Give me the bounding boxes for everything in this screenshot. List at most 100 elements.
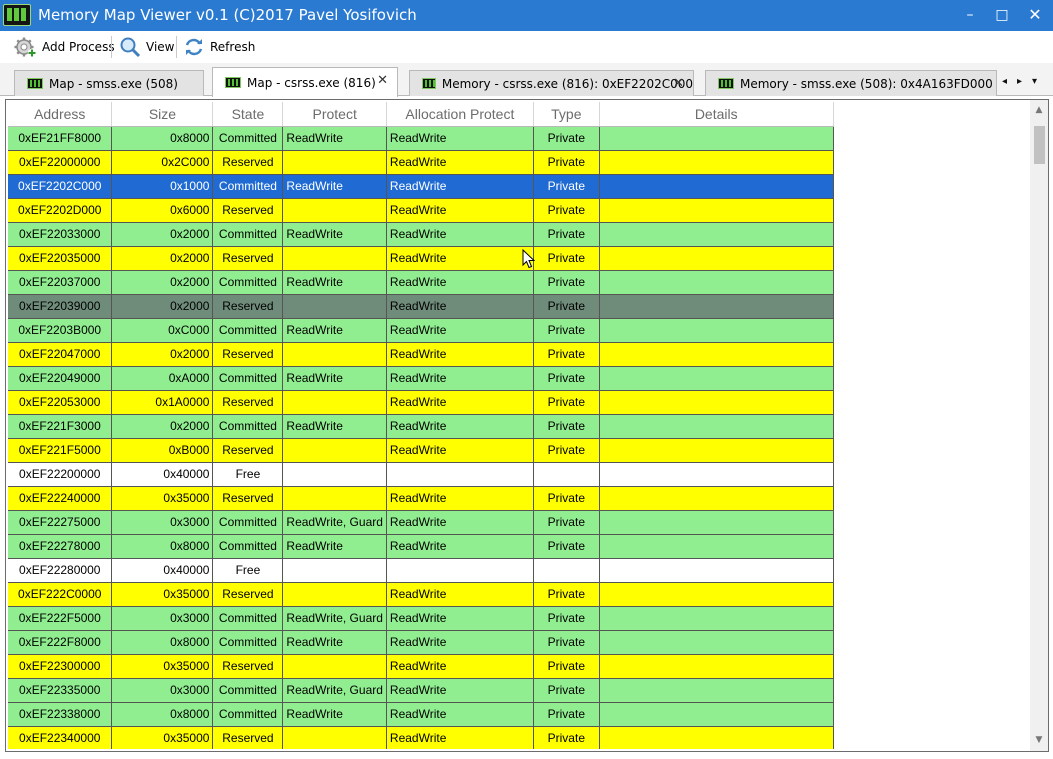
type-cell: Private [533,126,600,151]
header-filler [833,102,1029,126]
table-row[interactable]: 0xEF222F8000 0x8000 Committed ReadWrite Read… [8,630,1029,655]
view-button[interactable]: View [119,34,174,60]
allocation-protect-cell: ReadWrite [386,318,534,343]
table-row[interactable]: 0xEF22278000 0x8000 Committed ReadWrite Read… [8,534,1029,559]
column-header-allocation-protect[interactable]: Allocation Protect [386,102,534,127]
close-window-button[interactable]: ✕ [1020,0,1050,31]
memory-chip-icon [27,78,43,89]
column-header-row: Address Size State Protect Allocation Pr… [8,102,1029,127]
protect-cell: ReadWrite [282,126,387,151]
scrollbar-thumb[interactable] [1034,126,1045,164]
type-cell: Private [533,390,600,415]
refresh-button[interactable]: Refresh [183,34,255,60]
table-row[interactable]: 0xEF22039000 0x2000 Reserved ReadWrite Priva… [8,294,1029,319]
tab-scroll-left-icon[interactable]: ◂ [1002,76,1007,87]
table-row[interactable]: 0xEF222C0000 0x35000 Reserved ReadWrite Priv… [8,582,1029,607]
column-header-type[interactable]: Type [533,102,600,127]
size-cell: 0x2000 [111,246,214,271]
table-row[interactable]: 0xEF22335000 0x3000 Committed ReadWrite, Gu… [8,678,1029,703]
address-cell: 0xEF22035000 [8,246,113,271]
toolbar-separator [111,36,112,58]
refresh-icon [185,38,203,56]
table-row[interactable]: 0xEF2202D000 0x6000 Reserved ReadWrite Priva… [8,198,1029,223]
type-cell: Private [533,654,600,679]
details-cell [599,534,834,559]
tab-map-csrss[interactable]: Map - csrss.exe (816) ✕ [212,67,398,97]
tab-label: Memory - csrss.exe (816): 0xEF2202C000 [441,76,693,91]
size-cell: 0x8000 [111,126,214,151]
allocation-protect-cell: ReadWrite [386,390,534,415]
table-row[interactable]: 0xEF21FF8000 0x8000 Committed ReadWrite Read… [8,126,1029,151]
table-row[interactable]: 0xEF22338000 0x8000 Committed ReadWrite Read… [8,702,1029,727]
type-cell [533,462,600,487]
type-cell: Private [533,582,600,607]
table-row[interactable]: 0xEF22340000 0x35000 Reserved ReadWrite Priv… [8,726,1029,749]
table-row[interactable]: 0xEF22000000 0x2C000 Reserved ReadWrite Priv… [8,150,1029,175]
table-row[interactable]: 0xEF22200000 0x40000 Free [8,462,1029,487]
table-row[interactable]: 0xEF221F3000 0x2000 Committed ReadWrite Read… [8,414,1029,439]
table-row[interactable]: 0xEF22280000 0x40000 Free [8,558,1029,583]
table-row[interactable]: 0xEF22275000 0x3000 Committed ReadWrite, Gu… [8,510,1029,535]
details-cell [599,294,834,319]
details-cell [599,174,834,199]
state-cell: Reserved [212,294,284,319]
details-cell [599,462,834,487]
table-row[interactable]: 0xEF22049000 0xA000 Committed ReadWrite Read… [8,366,1029,391]
title-bar: Memory Map Viewer v0.1 (C)2017 Pavel Yos… [0,0,1053,31]
minimize-button[interactable]: – [955,0,985,31]
allocation-protect-cell: ReadWrite [386,174,534,199]
tab-memory-smss[interactable]: Memory - smss.exe (508): 0x4A163FD000 [705,70,997,96]
table-row[interactable]: 0xEF22300000 0x35000 Reserved ReadWrite Priv… [8,654,1029,679]
table-row[interactable]: 0xEF22035000 0x2000 Reserved ReadWrite Priva… [8,246,1029,271]
table-row[interactable]: 0xEF22047000 0x2000 Reserved ReadWrite Priva… [8,342,1029,367]
refresh-label: Refresh [210,40,256,54]
table-row[interactable]: 0xEF2203B000 0xC000 Committed ReadWrite Read… [8,318,1029,343]
size-cell: 0x35000 [111,486,214,511]
state-cell: Reserved [212,342,284,367]
type-cell: Private [533,198,600,223]
table-row[interactable]: 0xEF22037000 0x2000 Committed ReadWrite Read… [8,270,1029,295]
details-cell [599,126,834,151]
size-cell: 0x35000 [111,582,214,607]
type-cell: Private [533,414,600,439]
maximize-button[interactable]: □ [987,0,1017,31]
table-row[interactable]: 0xEF221F5000 0xB000 Reserved ReadWrite Priva… [8,438,1029,463]
state-cell: Committed [212,174,284,199]
tab-scroll-right-icon[interactable]: ▸ [1017,76,1022,87]
address-cell: 0xEF2202D000 [8,198,113,223]
tab-close-icon[interactable]: ✕ [673,76,684,91]
address-cell: 0xEF22200000 [8,462,113,487]
tab-list-menu-icon[interactable]: ▾ [1032,76,1037,87]
table-row[interactable]: 0xEF2202C000 0x1000 Committed ReadWrite Read… [8,174,1029,199]
details-cell [599,678,834,703]
tab-close-icon[interactable]: ✕ [377,73,388,88]
vertical-scrollbar[interactable]: ▲ ▼ [1030,100,1048,751]
size-cell: 0x2000 [111,342,214,367]
column-header-details[interactable]: Details [599,102,834,127]
table-row[interactable]: 0xEF22240000 0x35000 Reserved ReadWrite Priv… [8,486,1029,511]
table-row[interactable]: 0xEF222F5000 0x3000 Committed ReadWrite, Gu… [8,606,1029,631]
add-process-button[interactable]: Add Process [13,34,115,60]
tab-map-smss[interactable]: Map - smss.exe (508) [14,70,204,96]
type-cell: Private [533,174,600,199]
protect-cell [282,342,387,367]
state-cell: Committed [212,270,284,295]
allocation-protect-cell [386,462,534,487]
tab-memory-csrss[interactable]: Memory - csrss.exe (816): 0xEF2202C000 ✕ [409,70,694,96]
address-cell: 0xEF22300000 [8,654,113,679]
scroll-down-icon[interactable]: ▼ [1034,736,1044,745]
state-cell: Committed [212,630,284,655]
details-cell [599,198,834,223]
size-cell: 0x40000 [111,462,214,487]
allocation-protect-cell: ReadWrite [386,270,534,295]
scroll-up-icon[interactable]: ▲ [1034,106,1044,115]
state-cell: Reserved [212,726,284,749]
column-header-size[interactable]: Size [111,102,214,127]
column-header-address[interactable]: Address [8,102,113,127]
state-cell: Committed [212,702,284,727]
toolbar-separator [176,36,177,58]
column-header-state[interactable]: State [212,102,284,127]
column-header-protect[interactable]: Protect [282,102,387,127]
table-row[interactable]: 0xEF22053000 0x1A0000 Reserved ReadWrite Pri… [8,390,1029,415]
table-row[interactable]: 0xEF22033000 0x2000 Committed ReadWrite Read… [8,222,1029,247]
